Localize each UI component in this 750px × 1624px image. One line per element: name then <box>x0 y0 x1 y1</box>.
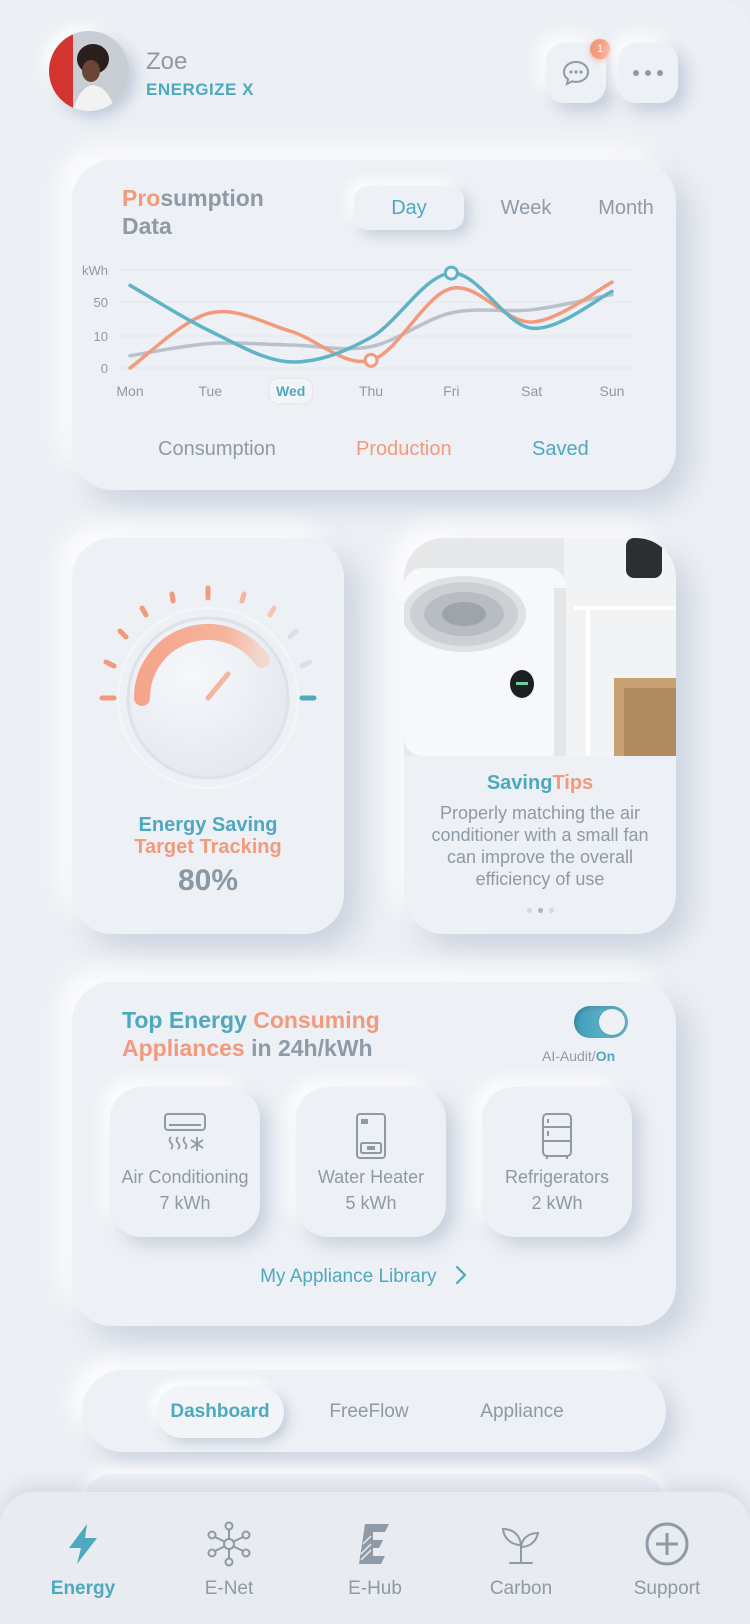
gauge-dial <box>99 585 317 789</box>
prosumption-card: Prosumption Data Day Week Month 0 10 50 kWh… <box>72 160 676 490</box>
messages-button[interactable]: 1 <box>546 39 610 103</box>
y-tick-label: 10 <box>94 329 108 344</box>
x-tick-label: Sun <box>600 383 625 399</box>
air-purifier-image <box>404 538 676 756</box>
nav-label: Support <box>633 1578 701 1599</box>
appliance-tile-water-heater[interactable]: Water Heater 5 kWh <box>296 1087 446 1237</box>
notification-badge: 1 <box>590 39 610 59</box>
data-point-production <box>363 352 379 368</box>
x-tick-label: Thu <box>359 383 383 399</box>
more-icon <box>633 70 663 76</box>
tab-dashboard[interactable]: Dashboard <box>156 1386 284 1438</box>
lightning-icon <box>69 1524 97 1564</box>
appliances-title: Top Energy Consuming Appliances in 24h/k… <box>122 1007 380 1061</box>
tips-title: SavingTips <box>486 772 594 794</box>
chat-icon <box>562 60 590 86</box>
avatar[interactable] <box>49 31 129 111</box>
nav-energy[interactable]: Energy <box>23 1520 143 1600</box>
x-tick-label: Fri <box>443 383 459 399</box>
x-tick-label: Sat <box>521 383 542 399</box>
y-tick-label: kWh <box>82 263 108 278</box>
legend-production[interactable]: Production <box>356 438 452 461</box>
network-icon <box>207 1521 251 1567</box>
plus-circle-icon <box>645 1522 689 1566</box>
data-point-saved <box>443 265 459 281</box>
chevron-right-icon <box>455 1265 466 1285</box>
brand-name: ENERGIZE X <box>146 80 254 99</box>
appliance-name: Air Conditioning <box>121 1167 249 1187</box>
x-tick-label: Mon <box>116 383 143 399</box>
nav-e-net[interactable]: E-Net <box>169 1520 289 1600</box>
toggle-knob <box>599 1009 625 1035</box>
user-name: Zoe <box>146 48 188 75</box>
gauge-title: Energy Saving <box>138 814 278 836</box>
appliance-name: Water Heater <box>317 1167 425 1187</box>
tab-week[interactable]: Week <box>476 186 576 230</box>
more-button[interactable] <box>618 43 678 103</box>
prosumption-line-chart: 0 10 50 kWh Mon Tue Wed Thu Fri Sat Sun <box>82 263 632 405</box>
carousel-dot[interactable] <box>526 908 532 913</box>
app-screen: Zoe ENERGIZE X 1 Prosumption Data Day We… <box>0 0 750 1624</box>
nav-label: Energy <box>50 1578 116 1599</box>
ai-audit-toggle[interactable] <box>574 1006 628 1038</box>
view-switcher: Dashboard FreeFlow Appliance <box>82 1370 666 1452</box>
hub-icon <box>359 1524 389 1564</box>
water-heater-icon <box>356 1113 386 1159</box>
saving-tips-card[interactable]: SavingTips Properly matching the air con… <box>404 538 676 934</box>
carousel-dot[interactable] <box>548 908 554 913</box>
appliance-value: 7 kWh <box>159 1193 211 1213</box>
appliances-card: Top Energy Consuming Appliances in 24h/k… <box>72 982 676 1326</box>
appliance-name: Refrigerators <box>504 1167 610 1187</box>
appliance-library-link[interactable]: My Appliance Library <box>72 1265 656 1288</box>
appliance-tile-refrigerators[interactable]: Refrigerators 2 kWh <box>482 1087 632 1237</box>
chart-title: Prosumption Data <box>122 185 264 239</box>
nav-label: E-Net <box>204 1578 254 1599</box>
tab-month[interactable]: Month <box>576 186 676 230</box>
y-tick-label: 0 <box>101 361 108 376</box>
tab-appliance[interactable]: Appliance <box>452 1386 592 1438</box>
nav-e-hub[interactable]: E-Hub <box>315 1520 435 1600</box>
legend-saved[interactable]: Saved <box>532 438 589 461</box>
x-tick-label: Tue <box>199 383 223 399</box>
nav-carbon[interactable]: Carbon <box>461 1520 581 1600</box>
y-tick-label: 50 <box>94 295 108 310</box>
nav-support[interactable]: Support <box>607 1520 727 1600</box>
gauge-subtitle: Target Tracking <box>134 836 282 858</box>
legend-consumption[interactable]: Consumption <box>158 438 276 461</box>
bottom-nav: Energy E-Net E-Hub Carbon Support <box>0 1492 750 1624</box>
appliance-library-label: My Appliance Library <box>260 1266 437 1287</box>
tab-freeflow[interactable]: FreeFlow <box>304 1386 434 1438</box>
nav-label: Carbon <box>489 1578 553 1599</box>
sprout-icon <box>501 1527 540 1564</box>
ai-audit-label: AI-Audit/On <box>542 1048 616 1064</box>
appliance-value: 5 kWh <box>345 1193 397 1213</box>
air-conditioner-icon <box>164 1113 206 1151</box>
series-line-consumption <box>128 292 614 358</box>
appliance-tile-air-conditioning[interactable]: Air Conditioning 7 kWh <box>110 1087 260 1237</box>
gauge-value: 80% <box>177 864 239 897</box>
refrigerator-icon <box>542 1113 572 1159</box>
carousel-dot-active[interactable] <box>537 908 543 913</box>
tips-text: Properly matching the air conditioner wi… <box>431 803 649 889</box>
carousel-dots[interactable] <box>404 908 676 913</box>
appliance-value: 2 kWh <box>531 1193 583 1213</box>
energy-saving-card: Energy Saving Target Tracking 80% <box>72 538 344 934</box>
x-tick-label: Wed <box>276 383 305 399</box>
series-line-saved <box>128 271 614 364</box>
tab-day[interactable]: Day <box>354 186 464 230</box>
nav-label: E-Hub <box>348 1578 402 1599</box>
